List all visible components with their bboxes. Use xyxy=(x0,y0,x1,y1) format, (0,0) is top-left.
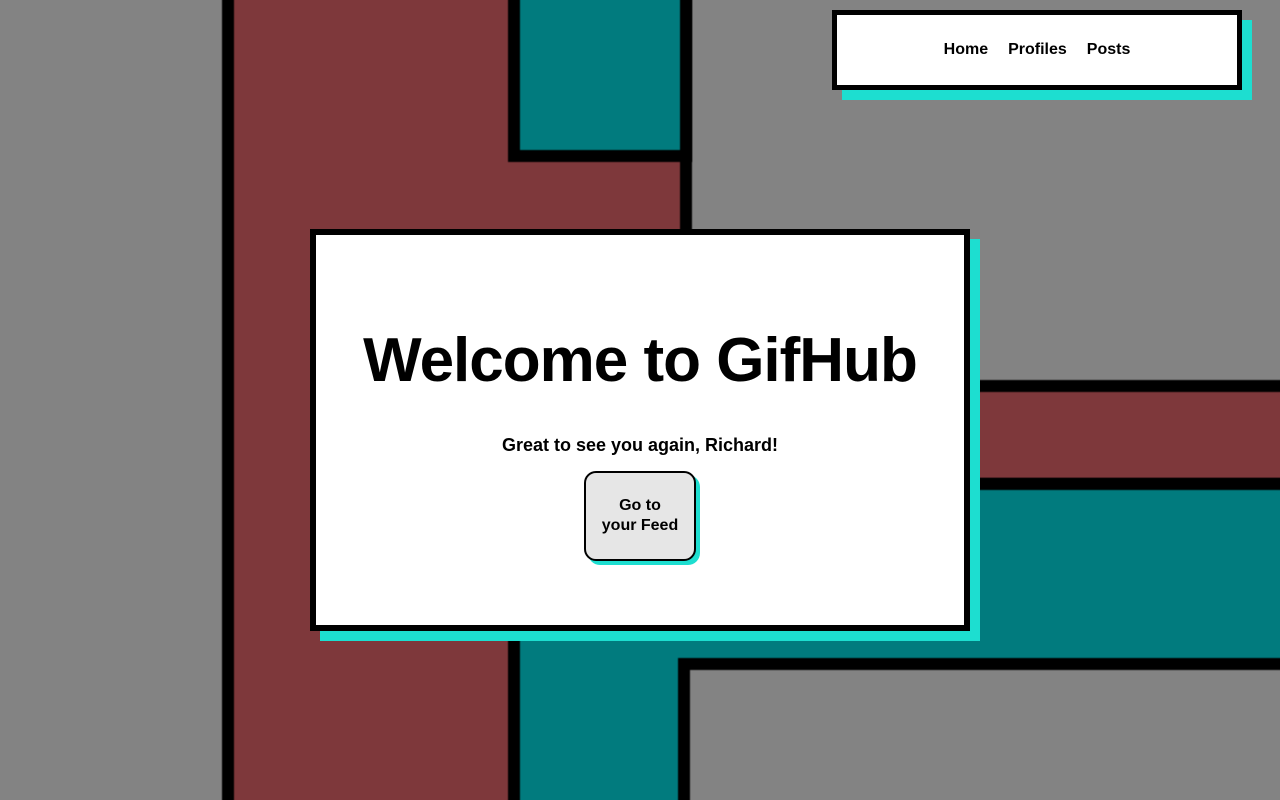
feed-button-wrapper: Go to your Feed xyxy=(584,471,700,565)
go-to-feed-button[interactable]: Go to your Feed xyxy=(584,471,696,561)
bg-teal-top-block xyxy=(508,0,692,162)
greeting-text: Great to see you again, Richard! xyxy=(501,435,779,455)
top-nav: Home Profiles Posts xyxy=(832,10,1242,90)
nav-link-profiles[interactable]: Profiles xyxy=(1008,41,1067,59)
nav-link-posts[interactable]: Posts xyxy=(1087,41,1131,59)
page-title: Welcome to GifHub xyxy=(363,326,918,395)
nav-link-home[interactable]: Home xyxy=(944,41,988,59)
hero-card: Welcome to GifHub Great to see you again… xyxy=(310,229,970,631)
bg-gray-corner-block xyxy=(678,658,1280,800)
page-background: Home Profiles Posts Welcome to GifHub Gr… xyxy=(0,0,1280,800)
